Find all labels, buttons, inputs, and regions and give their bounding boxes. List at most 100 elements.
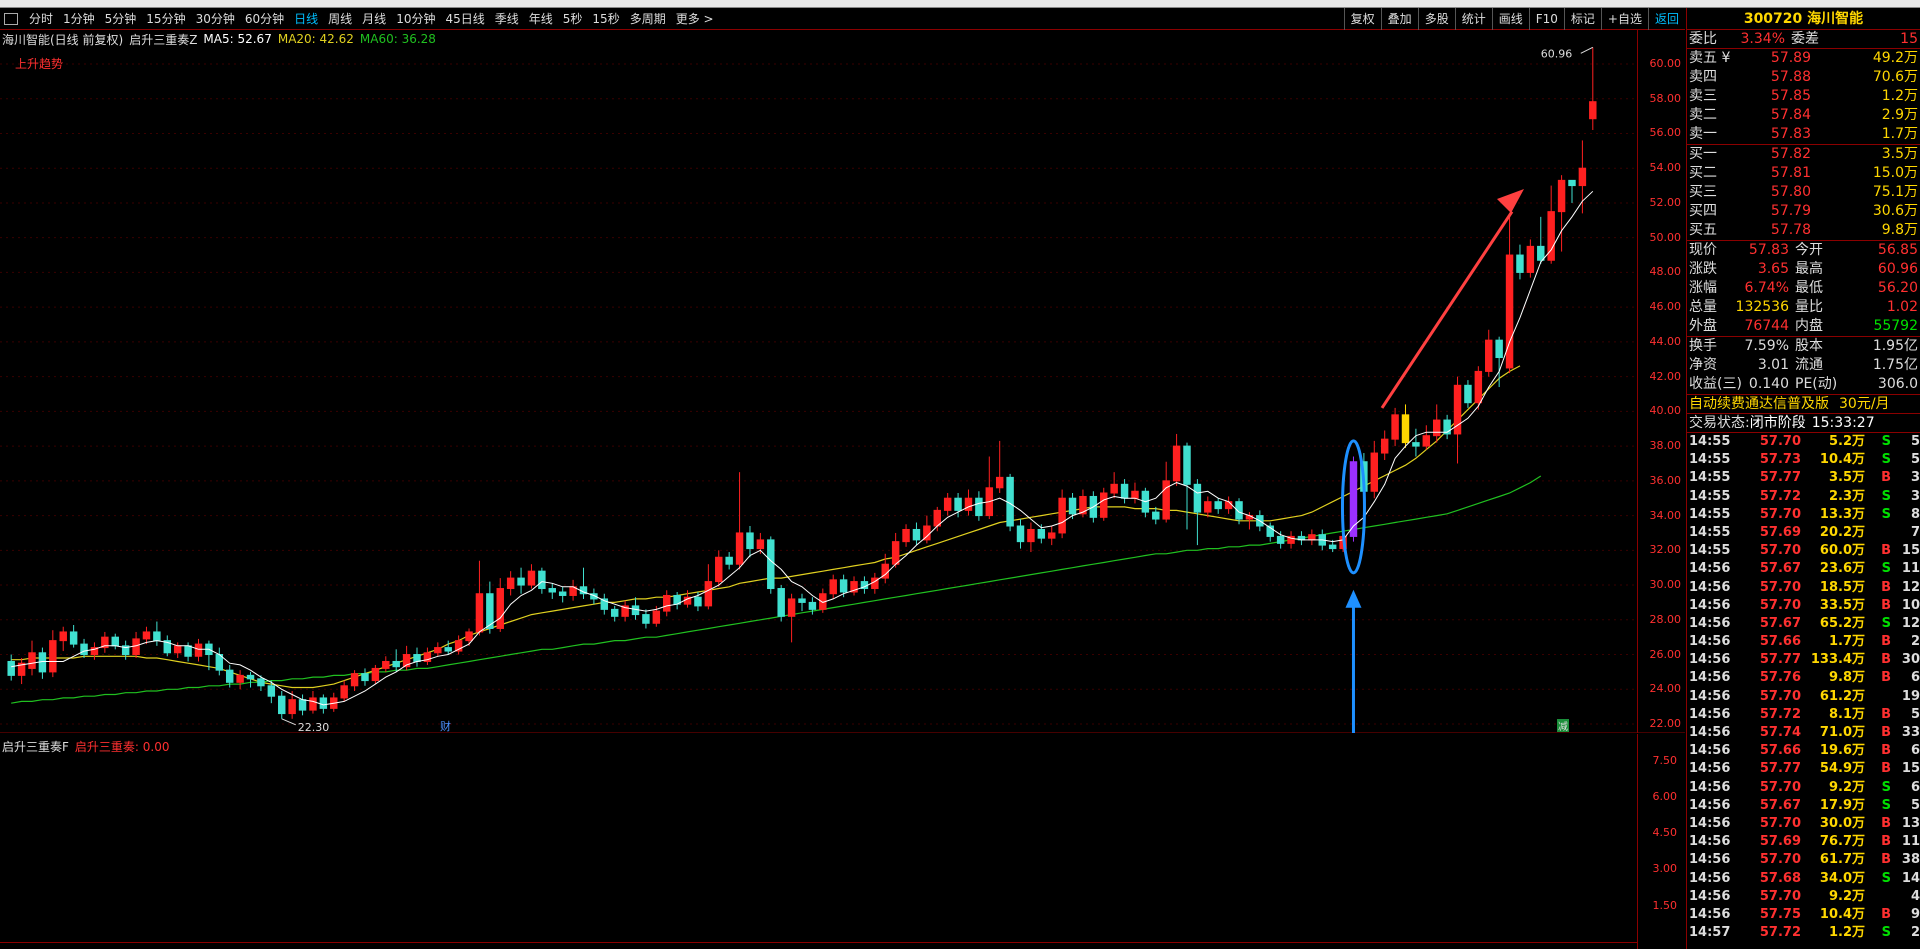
sub-tick: 7.50: [1652, 753, 1678, 767]
buy-row[interactable]: 买五 57.78 9.8万: [1687, 221, 1920, 240]
buy-price: 57.79: [1770, 203, 1811, 219]
quote2-v2: 1.95亿: [1872, 338, 1918, 354]
price-tick: 52.00: [1649, 195, 1682, 209]
candle-body: [704, 581, 713, 607]
candle-body: [1432, 419, 1441, 437]
quote2-v2: 306.0: [1877, 376, 1918, 392]
period-tab[interactable]: 45日线: [440, 8, 489, 30]
price-tick: 58.00: [1649, 91, 1682, 105]
menu-icon[interactable]: [4, 12, 18, 25]
candle-body: [153, 631, 161, 642]
period-tab[interactable]: 5秒: [558, 8, 588, 30]
tick-n: 4: [1910, 888, 1920, 904]
tick-n: 2: [1910, 634, 1920, 650]
period-tab[interactable]: 60分钟: [240, 8, 289, 30]
tick-list[interactable]: 14:55 57.70 5.2万 S 5 14:55 57.73 10.4万 S 5 14:55 57…: [1687, 433, 1920, 942]
ma60-line: [11, 475, 1542, 704]
candle-body: [496, 588, 504, 629]
quote1-l2: 最低: [1795, 280, 1823, 296]
sell-row[interactable]: 卖三 57.85 1.2万: [1687, 87, 1920, 106]
price-axis[interactable]: 60.00 58.00 56.00 54.00 52.00 50.00 48.00 46.00…: [1637, 30, 1685, 733]
buy-row[interactable]: 买一 57.82 3.5万: [1687, 145, 1920, 164]
candle-body: [1120, 483, 1129, 499]
sell-row[interactable]: 卖一 57.83 1.7万: [1687, 125, 1920, 144]
buy-label: 买四: [1689, 203, 1717, 219]
period-tab[interactable]: 15秒: [587, 8, 624, 30]
buy-label: 买二: [1689, 165, 1717, 181]
period-tab[interactable]: 更多 >: [671, 8, 719, 30]
buy-row[interactable]: 买二 57.81 15.0万: [1687, 164, 1920, 183]
buy-row[interactable]: 买四 57.79 30.6万: [1687, 202, 1920, 221]
tick-row: 14:56 57.66 19.6万 B 6: [1687, 742, 1920, 760]
sell-row[interactable]: 卖五 ¥ 57.89 49.2万: [1687, 49, 1920, 68]
sub-tick: 4.50: [1652, 826, 1678, 840]
tick-n: 12: [1901, 579, 1920, 595]
tick-v: 10.4万: [1819, 452, 1865, 468]
period-tab[interactable]: 10分钟: [391, 8, 440, 30]
stock-name-label: 海川智能(日线 前复权): [2, 32, 124, 47]
indicator-label[interactable]: 启升三重奏Z: [129, 31, 197, 48]
period-tab[interactable]: 多周期: [625, 8, 671, 30]
candle-body: [1537, 245, 1545, 261]
candle-body: [1391, 414, 1399, 440]
period-tab[interactable]: 月线: [357, 8, 391, 30]
tick-n: 19: [1901, 688, 1920, 704]
price-tick: 44.00: [1649, 334, 1682, 348]
tick-n: 8: [1910, 506, 1920, 522]
period-tab[interactable]: 年线: [524, 8, 558, 30]
candle-body: [1037, 528, 1046, 539]
toolbar-button[interactable]: 复权: [1343, 8, 1381, 30]
tick-v: 61.7万: [1819, 852, 1865, 868]
tick-t: 14:56: [1689, 906, 1731, 922]
toolbar-button[interactable]: 画线: [1491, 8, 1529, 30]
period-tab[interactable]: 日线: [289, 8, 323, 30]
period-tab[interactable]: 周线: [323, 8, 357, 30]
sell-row[interactable]: 卖二 57.84 2.9万: [1687, 106, 1920, 125]
candle-body: [746, 532, 754, 550]
candle-body: [1214, 501, 1222, 510]
price-tick: 34.00: [1649, 508, 1682, 522]
tick-row: 14:56 57.70 61.7万 B 38: [1687, 851, 1920, 869]
quote1-l1: 外盘: [1689, 318, 1717, 334]
tick-row: 14:56 57.75 10.4万 B 9: [1687, 906, 1920, 924]
candlestick-chart[interactable]: 22.30 60.96 财 减: [0, 30, 1685, 733]
candle-body: [1276, 535, 1285, 544]
low-price-label: 22.30: [298, 721, 330, 733]
sub-indicator-name[interactable]: 启升三重奏F: [2, 738, 69, 755]
toolbar-button[interactable]: 标记: [1563, 8, 1601, 30]
period-tab[interactable]: 30分钟: [191, 8, 240, 30]
sell-price: 57.88: [1770, 69, 1811, 85]
period-toolbar: 分时 1分钟 5分钟 15分钟 30分钟 60分钟 日线 周线 月线 10分钟 45日线 季线 年线 5秒…: [0, 8, 1685, 30]
buy-row[interactable]: 买三 57.80 75.1万: [1687, 183, 1920, 202]
sell-label: 卖四: [1689, 69, 1717, 85]
candle-body: [1401, 414, 1410, 444]
toolbar-button[interactable]: 叠加: [1380, 8, 1418, 30]
tick-v: 13.3万: [1819, 506, 1865, 522]
toolbar-button[interactable]: 返回: [1647, 8, 1685, 30]
toolbar-button[interactable]: 统计: [1454, 8, 1492, 30]
toolbar-button[interactable]: F10: [1528, 8, 1564, 30]
tick-v: 30.0万: [1819, 815, 1865, 831]
tick-bs: B: [1881, 470, 1891, 486]
high-price-label: 60.96: [1541, 47, 1573, 60]
toolbar-button[interactable]: 多股: [1417, 8, 1455, 30]
ad-text[interactable]: 自动续费通达信普及版: [1687, 395, 1829, 413]
ad-banner[interactable]: 自动续费通达信普及版 30元/月: [1687, 395, 1920, 414]
buy-orders: 买一 57.82 3.5万 买二 57.81 15.0万 买三 57.80 75.1万 买四 57.…: [1687, 145, 1920, 241]
period-tab[interactable]: 季线: [490, 8, 524, 30]
candle-body: [787, 598, 796, 617]
quote2-v2: 1.75亿: [1872, 357, 1918, 373]
period-tab[interactable]: 1分钟: [58, 8, 100, 30]
sell-price: 57.84: [1770, 107, 1811, 123]
toolbar-button[interactable]: +自选: [1600, 8, 1648, 30]
tick-n: 11: [1901, 834, 1920, 850]
period-tab[interactable]: 分时: [24, 8, 58, 30]
period-tab[interactable]: 5分钟: [100, 8, 142, 30]
period-tab[interactable]: 15分钟: [141, 8, 190, 30]
ad-price[interactable]: 30元/月: [1829, 395, 1890, 413]
candle-body: [652, 610, 661, 624]
tick-row: 14:56 57.76 9.8万 B 6: [1687, 669, 1920, 687]
candle-body: [1412, 442, 1420, 447]
tick-bs: B: [1881, 634, 1891, 650]
sell-row[interactable]: 卖四 57.88 70.6万: [1687, 68, 1920, 87]
